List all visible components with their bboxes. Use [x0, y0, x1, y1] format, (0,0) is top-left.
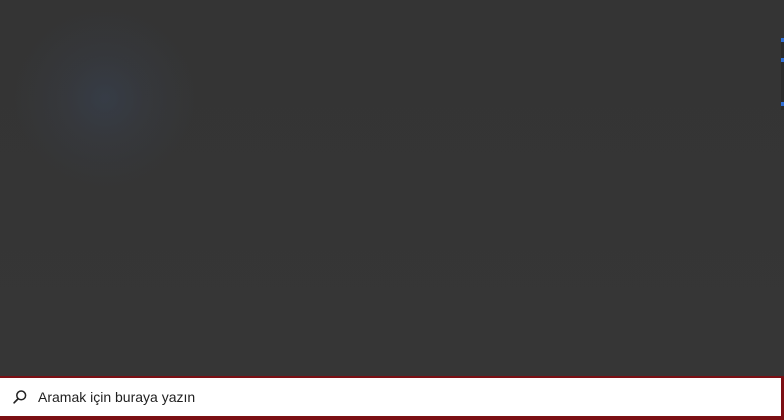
desktop-area — [0, 0, 784, 376]
screen: Aramak için buraya yazın — [0, 0, 784, 420]
search-icon — [11, 388, 29, 406]
search-placeholder[interactable]: Aramak için buraya yazın — [38, 390, 195, 404]
taskbar-search-box[interactable]: Aramak için buraya yazın — [0, 376, 784, 420]
